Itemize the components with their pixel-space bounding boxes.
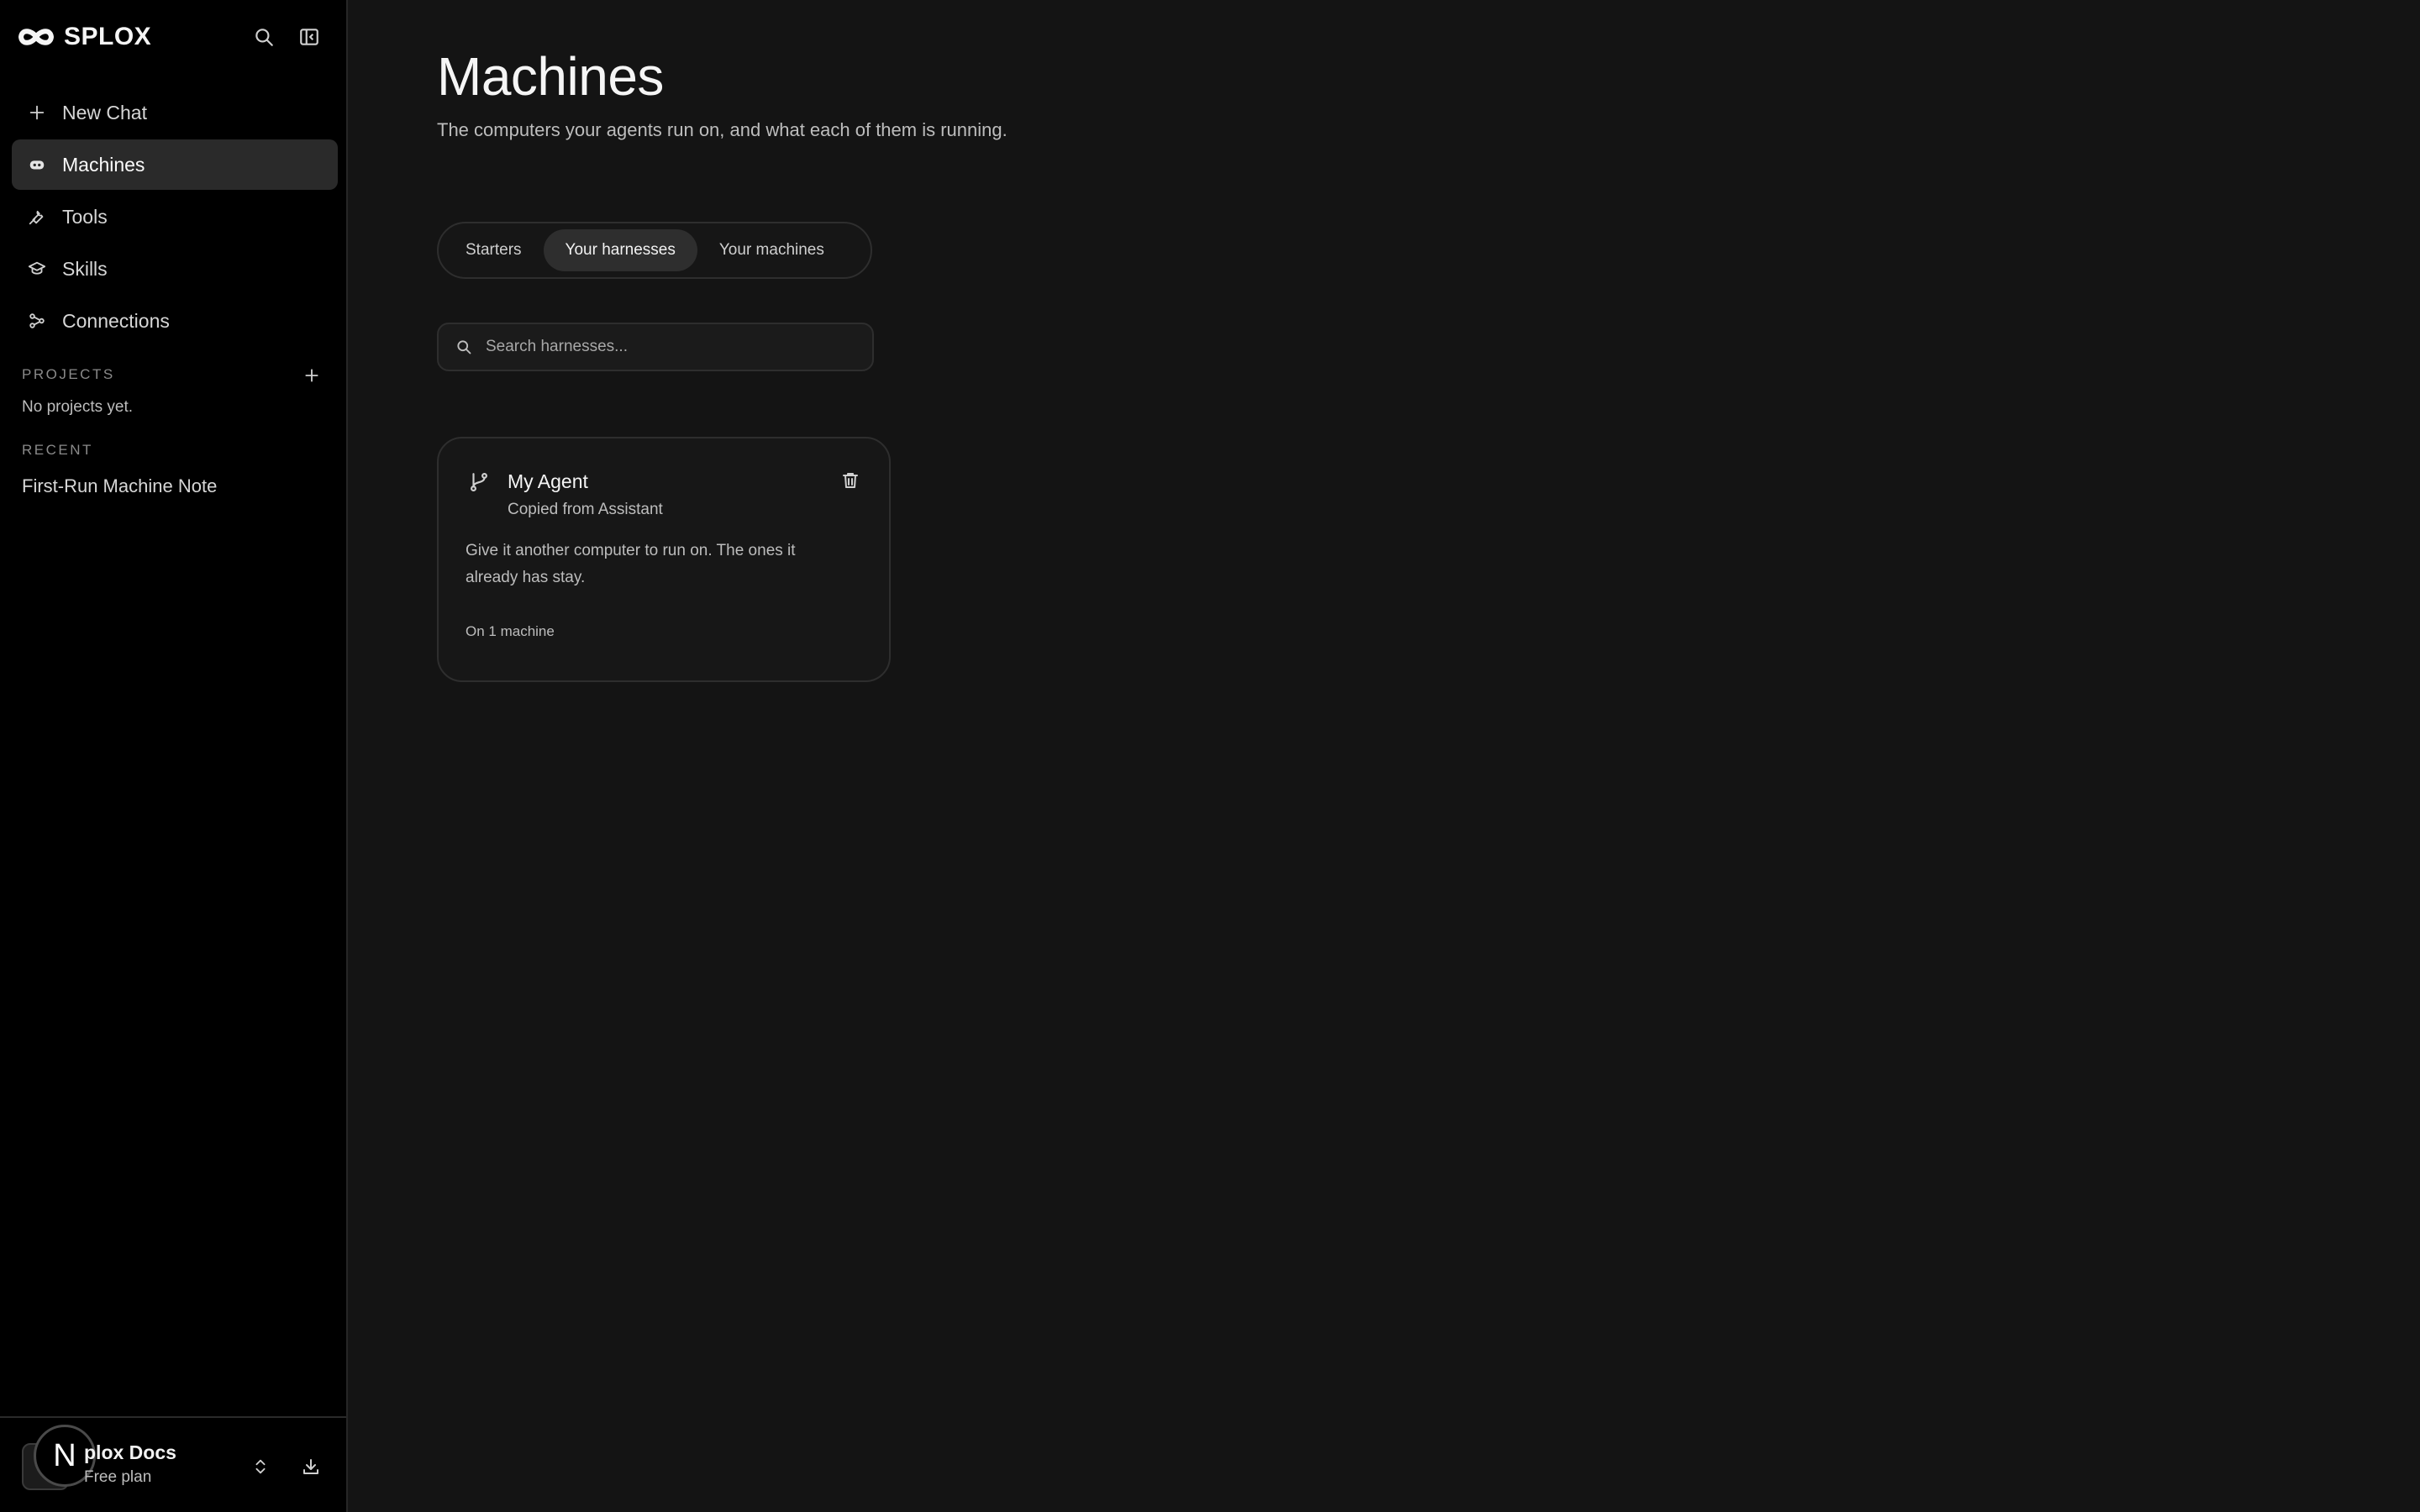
sidebar-item-label: Connections	[62, 309, 170, 332]
card-subtitle: Copied from Assistant	[508, 501, 663, 518]
trash-icon[interactable]	[837, 467, 864, 494]
sidebar-item-machines[interactable]: Machines	[12, 139, 338, 190]
search-icon[interactable]	[250, 24, 277, 50]
card-title: My Agent	[508, 470, 588, 492]
plus-icon	[25, 101, 49, 124]
search-input[interactable]	[486, 324, 872, 370]
brand-name: SPLOX	[64, 23, 152, 50]
account-panel[interactable]: N plox Docs Free plan	[0, 1416, 346, 1512]
sidebar-nav: New Chat Machines Tools Skills Connectio…	[12, 87, 338, 348]
tab-starters[interactable]: Starters	[444, 229, 544, 271]
sidebar-item-skills[interactable]: Skills	[12, 244, 338, 294]
sidebar-item-tools[interactable]: Tools	[12, 192, 338, 242]
card-machine-count: On 1 machine	[466, 623, 555, 639]
download-icon[interactable]	[297, 1453, 324, 1480]
harness-card[interactable]: My Agent Copied from Assistant Give it a…	[437, 437, 891, 682]
sidebar-item-label: New Chat	[62, 101, 147, 123]
sidebar-item-connections[interactable]: Connections	[12, 296, 338, 346]
recent-item[interactable]: First-Run Machine Note	[22, 475, 217, 497]
sidebar: SPLOX New Chat Machines Tools Skills Con…	[0, 0, 348, 1512]
sidebar-item-new-chat[interactable]: New Chat	[12, 87, 338, 138]
page-title: Machines	[437, 46, 664, 107]
projects-empty-note: No projects yet.	[22, 398, 133, 416]
main-content: Machines The computers your agents run o…	[350, 0, 2420, 1512]
app: SPLOX New Chat Machines Tools Skills Con…	[0, 0, 2420, 1512]
account-name: plox Docs	[84, 1441, 176, 1463]
card-description: Give it another computer to run on. The …	[466, 542, 796, 586]
tab-your-harnesses[interactable]: Your harnesses	[543, 229, 697, 271]
page-subtitle: The computers your agents run on, and wh…	[437, 119, 1007, 140]
search-icon	[454, 337, 474, 357]
chevron-up-down-icon[interactable]	[247, 1453, 274, 1480]
sidebar-item-label: Machines	[62, 153, 145, 176]
wrench-icon	[25, 205, 49, 228]
brand[interactable]: SPLOX	[17, 22, 151, 52]
add-project-button[interactable]	[299, 363, 324, 388]
sidebar-item-label: Skills	[62, 257, 108, 280]
sidebar-item-label: Tools	[62, 205, 108, 228]
tab-bar: Starters Your harnesses Your machines	[437, 222, 872, 279]
infinity-logo-icon	[17, 22, 55, 52]
git-branch-icon	[466, 469, 492, 496]
robot-icon	[25, 153, 49, 176]
connections-icon	[25, 309, 49, 333]
recent-label: RECENT	[22, 442, 93, 458]
collapse-sidebar-icon[interactable]	[296, 24, 323, 50]
graduation-cap-icon	[25, 257, 49, 281]
search-bar	[437, 323, 874, 371]
sidebar-top-icons	[250, 24, 323, 50]
account-plan: Free plan	[84, 1468, 152, 1486]
projects-label: PROJECTS	[22, 366, 115, 382]
tab-your-machines[interactable]: Your machines	[697, 229, 846, 271]
